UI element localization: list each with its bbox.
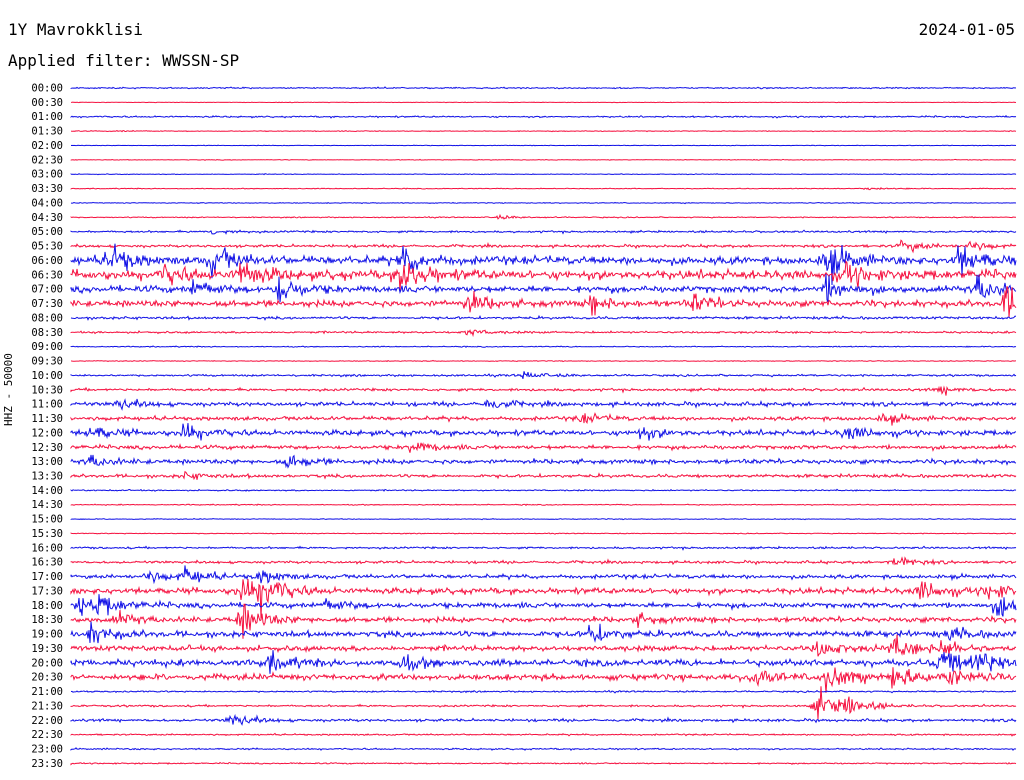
trace-line-1430 (70, 503, 1017, 507)
time-tick-label: 03:00 (31, 169, 63, 181)
time-tick-label: 08:00 (31, 312, 63, 324)
time-tick-label: 18:00 (31, 600, 63, 612)
trace-line-1900 (70, 621, 1017, 644)
time-tick-label: 00:30 (31, 97, 63, 109)
helicorder-plot: 00:00 00:30 01:00 01:30 02:00 02:30 03:00 03:30… (31, 83, 1017, 770)
trace-line-0200 (70, 144, 1017, 147)
time-tick-label: 12:30 (31, 442, 63, 454)
trace-line-1200 (70, 423, 1017, 441)
time-tick-label: 04:30 (31, 212, 63, 224)
time-tick-label: 01:30 (31, 126, 63, 138)
time-tick-label: 15:30 (31, 528, 63, 540)
trace-line-0400 (70, 201, 1017, 205)
time-tick-label: 03:30 (31, 183, 63, 195)
time-tick-label: 20:30 (31, 672, 63, 684)
trace-line-0100 (70, 114, 1017, 119)
trace-line-1500 (70, 517, 1017, 521)
trace-line-2330 (70, 761, 1017, 766)
trace-line-1030 (70, 385, 1017, 396)
trace-line-1630 (70, 556, 1017, 566)
trace-line-1530 (70, 532, 1017, 535)
trace-line-0300 (70, 173, 1017, 176)
time-tick-label: 02:00 (31, 140, 63, 152)
trace-line-1330 (70, 470, 1017, 481)
time-tick-label: 07:00 (31, 284, 63, 296)
time-tick-label: 05:00 (31, 226, 63, 238)
time-tick-label: 17:00 (31, 571, 63, 583)
trace-line-2100 (70, 689, 1017, 694)
trace-line-1400 (70, 488, 1017, 492)
trace-line-0900 (70, 345, 1017, 349)
time-tick-label: 06:30 (31, 269, 63, 281)
time-tick-label: 05:30 (31, 241, 63, 253)
time-tick-label: 11:00 (31, 399, 63, 411)
trace-line-0000 (70, 86, 1017, 90)
time-tick-label: 14:00 (31, 485, 63, 497)
tick-labels-group: 00:00 00:30 01:00 01:30 02:00 02:30 03:00 03:30… (31, 83, 63, 770)
trace-line-2230 (70, 732, 1017, 737)
trace-line-0430 (70, 213, 1016, 220)
trace-line-2200 (70, 713, 1017, 726)
time-tick-label: 08:30 (31, 327, 63, 339)
time-tick-label: 23:30 (31, 758, 63, 770)
traces-group (70, 86, 1017, 766)
trace-line-0030 (70, 101, 1017, 104)
time-tick-label: 22:00 (31, 715, 63, 727)
time-tick-label: 23:00 (31, 744, 63, 756)
time-tick-label: 22:30 (31, 729, 63, 741)
time-tick-label: 01:00 (31, 111, 63, 123)
trace-line-1000 (70, 371, 1017, 379)
time-tick-label: 13:30 (31, 470, 63, 482)
time-tick-label: 16:30 (31, 557, 63, 569)
trace-line-1300 (70, 454, 1017, 469)
trace-line-1930 (70, 634, 1017, 657)
time-tick-label: 21:30 (31, 700, 63, 712)
trace-line-0800 (70, 314, 1017, 321)
time-tick-label: 20:00 (31, 657, 63, 669)
trace-line-2000 (70, 650, 1017, 674)
trace-line-0600 (70, 243, 1017, 286)
trace-line-2030 (70, 667, 1017, 693)
time-tick-label: 00:00 (31, 83, 63, 95)
trace-line-1800 (70, 594, 1017, 617)
trace-line-1700 (70, 565, 1017, 585)
trace-line-1100 (70, 398, 1017, 411)
trace-line-0130 (70, 129, 1017, 133)
time-tick-label: 12:00 (31, 427, 63, 439)
time-tick-label: 14:30 (31, 499, 63, 511)
trace-line-0530 (70, 239, 1017, 254)
trace-line-1230 (70, 442, 1017, 453)
trace-line-2300 (70, 747, 1017, 751)
trace-line-1600 (70, 545, 1017, 551)
time-tick-label: 10:00 (31, 370, 63, 382)
time-tick-label: 16:00 (31, 542, 63, 554)
time-tick-label: 11:30 (31, 413, 63, 425)
trace-line-0500 (70, 229, 1017, 235)
time-tick-label: 04:00 (31, 197, 63, 209)
time-tick-label: 15:00 (31, 514, 63, 526)
time-tick-label: 06:00 (31, 255, 63, 267)
time-tick-label: 09:30 (31, 356, 63, 368)
time-tick-label: 10:30 (31, 384, 63, 396)
time-tick-label: 13:00 (31, 456, 63, 468)
trace-line-0330 (70, 187, 1017, 191)
time-tick-label: 21:00 (31, 686, 63, 698)
trace-line-1730 (70, 579, 1017, 619)
trace-line-0830 (70, 329, 1017, 338)
trace-line-0230 (70, 158, 1017, 161)
time-tick-label: 19:00 (31, 629, 63, 641)
trace-line-1130 (70, 412, 1017, 426)
time-tick-label: 19:30 (31, 643, 63, 655)
time-tick-label: 17:30 (31, 585, 63, 597)
time-tick-label: 09:00 (31, 341, 63, 353)
trace-line-0700 (70, 273, 1017, 303)
time-tick-label: 18:30 (31, 614, 63, 626)
trace-line-0930 (71, 359, 1016, 363)
time-tick-label: 07:30 (31, 298, 63, 310)
time-tick-label: 02:30 (31, 154, 63, 166)
